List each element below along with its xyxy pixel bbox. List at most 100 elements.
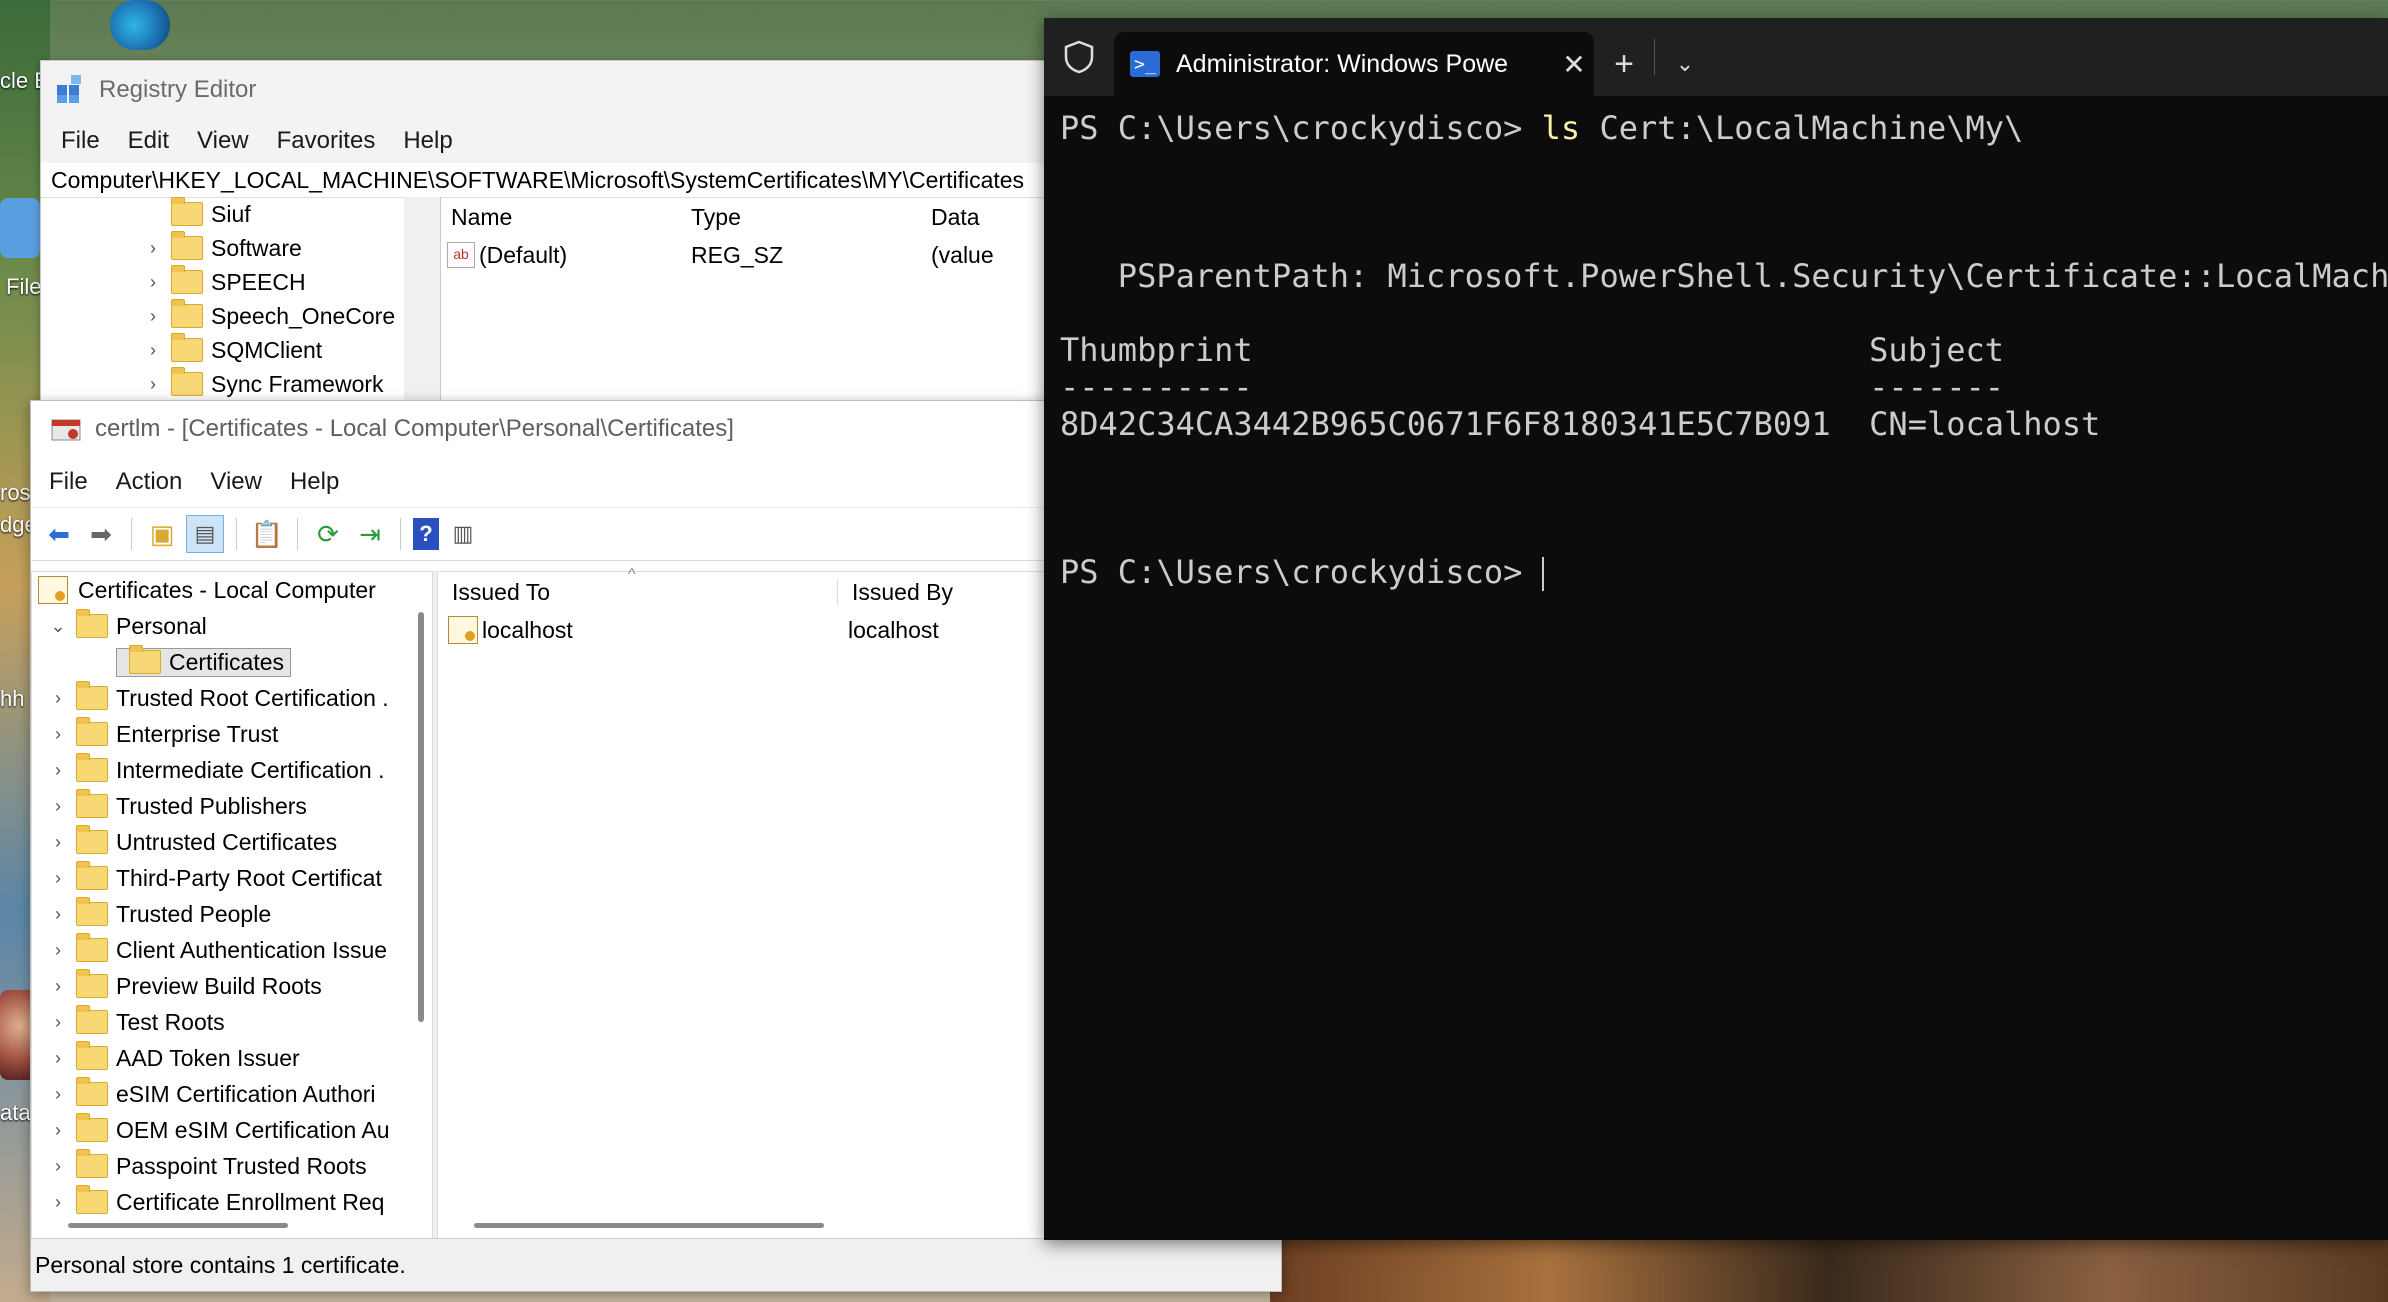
tree-item-store[interactable]: › Intermediate Certification . (32, 752, 426, 788)
tab-bar: >_ Administrator: Windows Powe ✕ + ⌄ (1044, 18, 2388, 96)
tree-item-store[interactable]: › Preview Build Roots (32, 968, 426, 1004)
chevron-right-icon[interactable]: › (46, 976, 70, 997)
chevron-right-icon[interactable]: › (46, 1048, 70, 1069)
registry-editor-window[interactable]: Registry Editor File Edit View Favorites… (40, 60, 1072, 412)
chevron-right-icon[interactable]: › (141, 374, 165, 395)
terminal-window[interactable]: >_ Administrator: Windows Powe ✕ + ⌄ PS … (1044, 18, 2388, 1240)
tree-item-software[interactable]: › Software (141, 231, 440, 265)
column-issued-to[interactable]: Issued To (438, 578, 838, 606)
chevron-right-icon[interactable]: › (141, 272, 165, 293)
chevron-right-icon[interactable]: › (46, 904, 70, 925)
chevron-right-icon[interactable]: › (141, 238, 165, 259)
chevron-right-icon[interactable]: › (46, 1156, 70, 1177)
table-row[interactable]: ab (Default) REG_SZ (value (441, 237, 1071, 273)
chevron-right-icon[interactable]: › (46, 832, 70, 853)
tree-item-store[interactable]: › OEM eSIM Certification Au (32, 1112, 426, 1148)
refresh-icon[interactable]: ⟳ (310, 516, 346, 552)
tree-item-label: Software (211, 234, 302, 261)
show-hide-tree-icon[interactable]: ▤ (186, 515, 224, 553)
up-folder-icon[interactable]: ▣ (144, 516, 180, 552)
chevron-right-icon[interactable]: › (46, 688, 70, 709)
console-output[interactable]: PS C:\Users\crockydisco> ls Cert:\LocalM… (1044, 96, 2388, 591)
menu-view[interactable]: View (183, 127, 263, 155)
tree-item-store[interactable]: › Third-Party Root Certificat (32, 860, 426, 896)
certificate-manager-icon (51, 419, 81, 441)
tree-item-store[interactable]: › Untrusted Certificates (32, 824, 426, 860)
tree-item-store[interactable]: › AAD Token Issuer (32, 1040, 426, 1076)
column-name[interactable]: Name (441, 204, 681, 231)
menu-help[interactable]: Help (389, 127, 466, 155)
chevron-right-icon[interactable]: › (46, 868, 70, 889)
chevron-right-icon[interactable]: › (46, 724, 70, 745)
desktop-background (1270, 1238, 2388, 1302)
psparentpath-line: PSParentPath: Microsoft.PowerShell.Secur… (1060, 257, 2388, 295)
desktop-label-5: hh (0, 686, 25, 711)
chevron-right-icon[interactable]: › (46, 1192, 70, 1213)
string-value-icon: ab (447, 242, 475, 268)
selected-node[interactable]: Certificates (116, 645, 292, 677)
chevron-right-icon[interactable]: › (141, 306, 165, 327)
tree-item-store[interactable]: › Trusted Root Certification . (32, 680, 426, 716)
tab-powershell[interactable]: >_ Administrator: Windows Powe ✕ (1114, 32, 1594, 96)
chevron-right-icon[interactable]: › (141, 340, 165, 361)
clipboard-icon[interactable]: 📋 (249, 516, 285, 552)
menu-file[interactable]: File (35, 468, 102, 496)
column-issued-by[interactable]: Issued By (838, 579, 1038, 606)
menu-favorites[interactable]: Favorites (263, 127, 390, 155)
back-arrow-icon[interactable]: ⬅ (41, 516, 77, 552)
folder-icon (129, 645, 161, 674)
menu-file[interactable]: File (47, 127, 114, 155)
tree-item-store[interactable]: › Trusted Publishers (32, 788, 426, 824)
address-bar[interactable]: Computer\HKEY_LOCAL_MACHINE\SOFTWARE\Mic… (41, 163, 1071, 198)
chevron-right-icon[interactable]: › (46, 796, 70, 817)
chevron-right-icon[interactable]: › (46, 940, 70, 961)
column-type[interactable]: Type (681, 204, 921, 231)
menu-help[interactable]: Help (276, 468, 353, 496)
export-list-icon[interactable]: ⇥ (352, 516, 388, 552)
close-icon[interactable]: ✕ (1554, 48, 1594, 81)
chevron-right-icon[interactable]: › (46, 1084, 70, 1105)
chevron-right-icon[interactable]: › (46, 760, 70, 781)
tree-item-speech-onecore[interactable]: › Speech_OneCore (141, 299, 440, 333)
tree-item-store[interactable]: › Test Roots (32, 1004, 426, 1040)
tree-item-certificates[interactable]: Certificates (32, 644, 432, 680)
current-prompt-line[interactable]: PS C:\Users\crockydisco> (1060, 554, 2388, 591)
tree-item-sqmclient[interactable]: › SQMClient (141, 333, 440, 367)
tree-root[interactable]: Certificates - Local Computer (32, 572, 432, 608)
tree-item-label: Enterprise Trust (116, 720, 279, 747)
chevron-right-icon[interactable]: › (46, 1012, 70, 1033)
tree-item-store[interactable]: › Client Authentication Issue (32, 932, 426, 968)
tree-item-store[interactable]: › eSIM Certification Authori (32, 1076, 426, 1112)
finder-icon[interactable] (0, 198, 40, 258)
chevron-down-icon[interactable]: ⌄ (1655, 32, 1715, 96)
chevron-right-icon[interactable]: › (46, 1120, 70, 1141)
list-horizontal-scrollbar[interactable] (474, 1223, 824, 1228)
list-header: Name Type Data (441, 197, 1071, 237)
prompt: PS C:\Users\crockydisco> (1060, 553, 1523, 591)
tree-item-store[interactable]: › Enterprise Trust (32, 716, 426, 752)
new-tab-button[interactable]: + (1594, 32, 1654, 96)
folder-icon (171, 367, 203, 396)
tree-vertical-scrollbar[interactable] (418, 612, 424, 1022)
tree-item-label: Trusted Publishers (116, 792, 307, 819)
tree-scrollbar[interactable] (404, 197, 440, 411)
chevron-down-icon[interactable]: ⌄ (46, 616, 70, 637)
tree-item-personal[interactable]: ⌄ Personal (32, 608, 432, 644)
menu-view[interactable]: View (196, 468, 276, 496)
tree-horizontal-scrollbar[interactable] (68, 1223, 288, 1228)
tree-item-speech[interactable]: › SPEECH (141, 265, 440, 299)
tree-item-siuf[interactable]: Siuf (141, 197, 440, 231)
edge-icon[interactable] (110, 0, 170, 50)
tree-item-store[interactable]: › Certificate Enrollment Req (32, 1184, 426, 1220)
forward-arrow-icon[interactable]: ➡ (83, 516, 119, 552)
help-icon[interactable]: ? (413, 518, 439, 550)
tree-item-store[interactable]: › Passpoint Trusted Roots (32, 1148, 426, 1184)
table-header: Thumbprint Subject (1060, 331, 2005, 369)
action-pane-icon[interactable]: ▥ (445, 516, 481, 552)
menu-action[interactable]: Action (102, 468, 197, 496)
desktop-label-2: File (6, 274, 42, 299)
tree-item-store[interactable]: › Trusted People (32, 896, 426, 932)
registry-editor-titlebar[interactable]: Registry Editor (41, 61, 1071, 119)
tree-item-sync-framework[interactable]: › Sync Framework (141, 367, 440, 401)
menu-edit[interactable]: Edit (114, 127, 183, 155)
